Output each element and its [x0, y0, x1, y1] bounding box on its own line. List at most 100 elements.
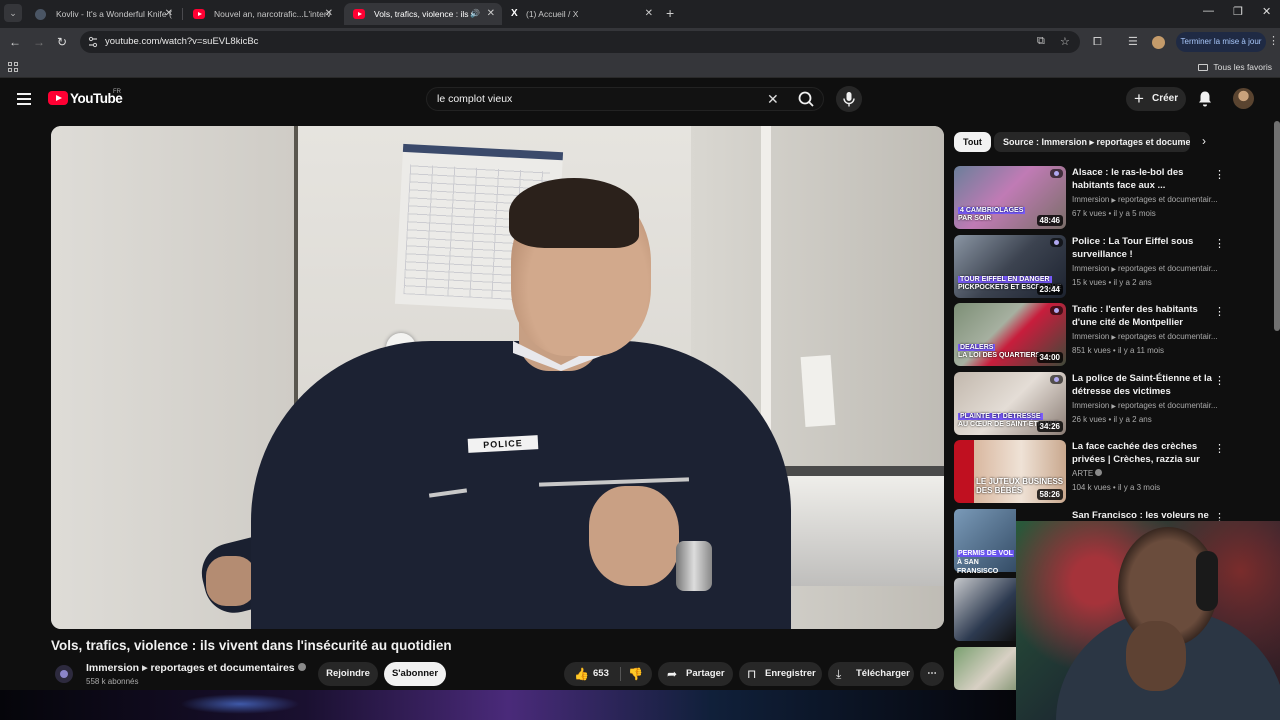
video-thumbnail[interactable]: LE JUTEUX BUSINESS DES BÉBÉS 58:26 [954, 440, 1066, 503]
channel-name[interactable]: Immersion ▶ reportages et documentaires [86, 662, 306, 674]
forward-icon[interactable]: → [33, 34, 45, 50]
youtube-logo-icon[interactable] [48, 91, 68, 105]
headset-icon [1196, 551, 1218, 611]
verified-icon [297, 663, 306, 671]
search-box[interactable]: le complot vieux ✕ [426, 87, 824, 111]
folder-icon [1198, 64, 1209, 71]
recommendation-channel[interactable]: Immersion ▶ reportages et documentair... [1072, 332, 1222, 341]
menu-icon[interactable] [17, 93, 31, 105]
video-thumbnail[interactable] [954, 647, 1016, 690]
extensions-icon[interactable]: ⧠ [1093, 36, 1102, 48]
more-vertical-icon[interactable]: ⋮ [1214, 237, 1225, 250]
recommendation-title[interactable]: La police de Saint-Étienne et la détress… [1072, 372, 1212, 398]
more-horizontal-icon: ⋯ [927, 668, 937, 679]
join-button[interactable]: Rejoindre [318, 662, 378, 686]
channel-name-text: Immersion [86, 662, 140, 674]
channel-avatar[interactable] [55, 665, 73, 683]
like-count[interactable]: 653 [593, 662, 609, 686]
address-bar[interactable]: youtube.com/watch?v=suEVL8kicBc ⧉ ☆ [80, 31, 1080, 53]
download-button[interactable]: ⤓ Télécharger [828, 662, 914, 686]
more-vertical-icon[interactable]: ⋮ [1214, 442, 1225, 455]
recommendation-item[interactable]: DEALERS LA LOI DES QUARTIERS 34:00 Trafic… [954, 303, 1234, 367]
video-thumbnail[interactable]: 4 CAMBRIOLAGES PAR SOIR 48:46 [954, 166, 1066, 229]
recommendation-channel[interactable]: Immersion ▶ reportages et documentair... [1072, 401, 1222, 410]
close-icon[interactable]: ✕ [325, 3, 333, 25]
thumbs-up-icon[interactable]: 👍 [574, 662, 589, 686]
video-duration: 34:00 [1036, 352, 1063, 363]
youtube-icon [193, 9, 205, 19]
verified-icon [1095, 469, 1103, 476]
search-icon[interactable] [795, 90, 817, 108]
clear-search-icon[interactable]: ✕ [767, 89, 779, 109]
all-bookmarks-button[interactable]: Tous les favoris [1198, 56, 1272, 78]
reading-list-icon[interactable]: ☰ [1128, 36, 1138, 48]
window-close-icon[interactable]: ✕ [1262, 5, 1271, 18]
speaker-icon[interactable]: 🔊 [470, 3, 480, 25]
recommendation-channel[interactable]: Immersion ▶ reportages et documentair... [1072, 264, 1222, 273]
more-actions-button[interactable]: ⋯ [920, 662, 944, 686]
tab-kovliv[interactable]: Kovliv - It's a Wonderful Knife ( ✕ [26, 3, 180, 25]
more-vertical-icon[interactable]: ⋮ [1214, 305, 1225, 318]
cast-icon[interactable]: ⧉ [1037, 35, 1045, 48]
subscribe-button[interactable]: S'abonner [384, 662, 446, 686]
profile-avatar[interactable] [1152, 36, 1165, 49]
video-thumbnail[interactable]: DEALERS LA LOI DES QUARTIERS 34:00 [954, 303, 1066, 366]
tab-nouvel-an[interactable]: Nouvel an, narcotrafic...L'interv ✕ [184, 3, 340, 25]
chip-all[interactable]: Tout [954, 132, 991, 152]
recommendation-title[interactable]: Police : La Tour Eiffel sous surveillanc… [1072, 235, 1212, 261]
page-scrollbar[interactable] [1274, 121, 1280, 331]
search-input[interactable]: le complot vieux [437, 88, 512, 110]
video-player[interactable]: POLICE [51, 126, 944, 629]
recommendation-channel[interactable]: ARTE [1072, 469, 1222, 478]
video-thumbnail[interactable]: PLAINTE ET DÉTRESSE AU CŒUR DE SAINT-ÉTIE… [954, 372, 1066, 435]
reload-icon[interactable]: ↻ [57, 34, 67, 50]
recommendation-item[interactable]: PLAINTE ET DÉTRESSE AU CŒUR DE SAINT-ÉTIE… [954, 372, 1234, 436]
thumbnail-caption: 4 CAMBRIOLAGES PAR SOIR [958, 207, 1026, 222]
apps-grid-icon[interactable] [8, 62, 18, 72]
recommendation-channel[interactable]: Immersion ▶ reportages et documentair... [1072, 195, 1222, 204]
notifications-bell-icon[interactable] [1197, 90, 1213, 108]
minimize-icon[interactable]: — [1203, 5, 1214, 17]
recommendation-item[interactable]: LE JUTEUX BUSINESS DES BÉBÉS 58:26 La fac… [954, 440, 1234, 504]
update-button[interactable]: Terminer la mise à jour [1176, 32, 1266, 52]
more-vertical-icon[interactable]: ⋮ [1214, 374, 1225, 387]
microphone-icon[interactable] [836, 86, 862, 112]
close-icon[interactable]: ✕ [645, 3, 653, 25]
recommendation-title[interactable]: Alsace : le ras-le-bol des habitants fac… [1072, 166, 1212, 192]
site-info-icon[interactable] [87, 36, 99, 48]
video-duration: 58:26 [1036, 489, 1063, 500]
download-label: Télécharger [856, 668, 910, 679]
more-vertical-icon[interactable]: ⋮ [1214, 168, 1225, 181]
video-thumbnail[interactable]: PERMIS DE VOL À SAN FRANSISCO [954, 509, 1016, 575]
create-button[interactable]: + Créer [1126, 87, 1186, 111]
recommendation-meta: 26 k vues • il y a 2 ans [1072, 415, 1152, 424]
save-button[interactable]: ⊓ Enregistrer [739, 662, 822, 686]
tab-search-button[interactable]: ⌄ [4, 4, 22, 22]
share-label: Partager [686, 668, 725, 679]
recommendation-item[interactable]: TOUR EIFFEL EN DANGER PICKPOCKETS ET ESCR… [954, 235, 1234, 299]
recommendation-title[interactable]: Trafic : l'enfer des habitants d'une cit… [1072, 303, 1212, 329]
back-icon[interactable]: ← [9, 34, 21, 50]
plus-icon: + [1134, 89, 1144, 108]
close-icon[interactable]: ✕ [487, 3, 495, 25]
close-icon[interactable]: ✕ [165, 3, 173, 25]
bookmark-star-icon[interactable]: ☆ [1060, 35, 1070, 48]
new-tab-button[interactable]: + [666, 4, 674, 22]
recommendation-item[interactable]: 4 CAMBRIOLAGES PAR SOIR 48:46 Alsace : le… [954, 166, 1234, 230]
account-avatar[interactable] [1233, 88, 1254, 109]
share-button[interactable]: ➦ Partager [658, 662, 733, 686]
recommendation-title[interactable]: La face cachée des crèches privées | Crè… [1072, 440, 1212, 467]
browser-menu-icon[interactable]: ⋮ [1268, 34, 1279, 47]
chevron-right-icon[interactable]: › [1202, 134, 1206, 148]
video-thumbnail[interactable] [954, 578, 1016, 641]
bookmark-icon: ⊓ [747, 667, 757, 681]
browser-toolbar: ← → ↻ youtube.com/watch?v=suEVL8kicBc ⧉ … [0, 28, 1280, 56]
tab-vols-trafics[interactable]: Vols, trafics, violence : ils viv 🔊 ✕ [344, 3, 502, 25]
thumbs-down-icon[interactable]: 👎 [628, 662, 643, 686]
thumbnail-caption: DEALERS LA LOI DES QUARTIERS [958, 344, 1041, 359]
maximize-icon[interactable]: ❐ [1233, 5, 1243, 18]
video-thumbnail[interactable]: TOUR EIFFEL EN DANGER PICKPOCKETS ET ESCR… [954, 235, 1066, 298]
video-duration: 23:44 [1036, 284, 1063, 295]
chip-source[interactable]: Source : Immersion ▸ reportages et docum… [994, 132, 1190, 152]
tab-x-accueil[interactable]: X (1) Accueil / X ✕ [504, 3, 660, 25]
